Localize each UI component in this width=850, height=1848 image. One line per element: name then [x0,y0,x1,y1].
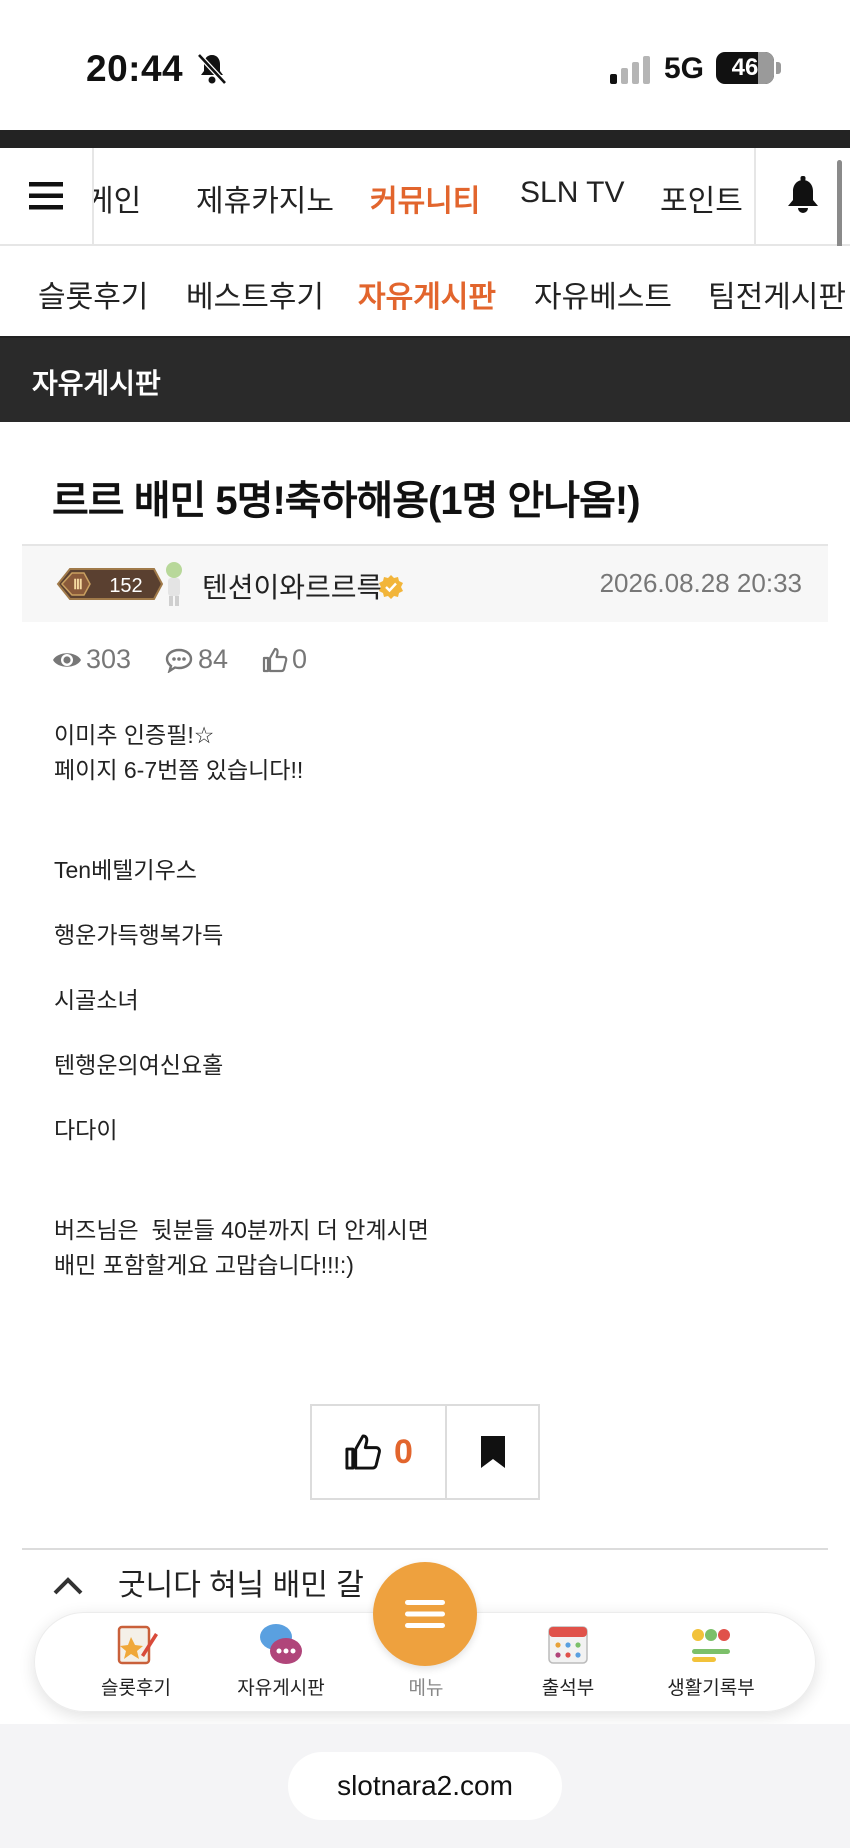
prev-post-title: 굿니다 혀닠 배민 갈 [118,1569,364,1602]
level-number: 152 [109,575,142,597]
emoji-record-icon [692,1629,730,1662]
avatar [166,562,182,606]
board-title: 자유게시판 [32,368,161,399]
bell-icon [788,176,818,213]
post-body: 이미추 인증필!☆ 페이지 6-7번쯤 있습니다!! Ten베텔기우스 행운가득… [54,718,814,1283]
like-count-value: 0 [292,644,308,674]
sub-nav-item-best-review[interactable]: 베스트후기 [186,272,324,316]
body-line: 이미추 인증필!☆ [54,722,215,748]
svg-text:Ⅲ: Ⅲ [73,576,83,592]
thumbs-up-outline-icon [262,647,288,672]
body-line: 다다이 [54,1117,118,1143]
author-name[interactable]: 텐션이와르르륵 [202,566,382,606]
main-nav-item-point[interactable]: 포인트 [660,176,743,220]
bottom-menu-label: 생활기록부 [667,1678,755,1699]
chevron-up-icon [53,1577,83,1595]
hamburger-icon [405,1600,445,1628]
bottom-menu-menu[interactable]: 메뉴 [361,1669,491,1707]
view-count-value: 303 [86,644,132,674]
status-time: 20:44 [86,48,184,89]
bottom-menu-label: 출석부 [541,1678,595,1699]
view-count: 303 [52,644,131,675]
status-bar: 20:44 5G 46 [0,0,850,130]
main-nav-scroll[interactable]: 게인 제휴카지노 커뮤니티 SLN TV 포인트 [94,148,754,244]
bookmark-icon [480,1436,505,1468]
main-nav-item-community[interactable]: 커뮤니티 [370,176,480,220]
post-date: 2026.08.28 20:33 [599,568,802,598]
like-button-count: 0 [394,1432,413,1471]
eye-icon [53,652,81,667]
network-label: 5G [664,52,705,85]
review-note-icon [117,1625,158,1665]
signal-icon [610,56,650,84]
top-strip [0,130,850,148]
comment-count-value: 84 [198,644,229,674]
bottom-menu-free-board[interactable]: 자유게시판 [216,1619,346,1707]
body-line: 배민 포함할게요 고맙습니다!!!:) [54,1252,354,1278]
main-nav: 게인 제휴카지노 커뮤니티 SLN TV 포인트 [0,148,850,246]
body-line: Ten베텔기우스 [54,857,197,883]
battery-level: 46 [731,54,759,81]
bottom-menu-attendance[interactable]: 출석부 [503,1619,633,1707]
like-stat: 0 [262,644,307,675]
bottom-menu-life-record[interactable]: 생활기록부 [646,1619,776,1707]
post-author-row: Ⅲ 152 텐션이와르르륵 2026.08.28 20:33 [22,544,828,622]
url-bar[interactable]: slotnara2.com [288,1752,562,1820]
bookmark-button[interactable] [447,1406,538,1498]
main-nav-item-sln-tv[interactable]: SLN TV [520,176,625,210]
post-title: 르르 배민 5명!축하해용(1명 안나옴!) [52,479,641,523]
sub-nav-item-team-board[interactable]: 팀전게시판 [708,272,846,316]
divider [22,1548,828,1550]
sub-nav-item-free-best[interactable]: 자유베스트 [534,272,672,316]
bottom-menu-label: 메뉴 [408,1678,444,1699]
body-line: 페이지 6-7번쯤 있습니다!! [54,757,304,783]
main-nav-item-partner-casino[interactable]: 제휴카지노 [196,176,334,220]
hamburger-icon [29,182,63,210]
body-line: 텐행운의여신요홀 [54,1052,224,1078]
sub-nav-item-free-board[interactable]: 자유게시판 [358,272,496,316]
calendar-icon [548,1626,588,1664]
main-nav-item-game[interactable]: 게인 [94,176,141,220]
bottom-menu-label: 자유게시판 [237,1678,325,1699]
bottom-menu-slot-review[interactable]: 슬롯후기 [71,1619,201,1707]
comment-count: 84 [164,644,228,675]
hamburger-menu-button[interactable] [0,148,94,244]
body-line: 버즈님은 뒷분들 40분까지 더 안계시면 [54,1217,429,1243]
notification-button[interactable] [754,148,850,244]
bottom-menu-label: 슬롯후기 [101,1678,171,1699]
bell-muted-icon [197,53,227,85]
thumbs-up-icon [345,1434,381,1470]
post-actions: 0 [310,1404,540,1500]
comment-icon [165,648,193,673]
level-badge: Ⅲ 152 [56,568,164,600]
chat-bubbles-icon [260,1624,302,1664]
verified-badge-icon [379,575,403,599]
menu-fab-button[interactable] [373,1562,477,1666]
body-line: 행운가득행복가득 [54,922,224,948]
sub-nav: 슬롯후기 베스트후기 자유게시판 자유베스트 팀전게시판 [0,246,850,338]
like-button[interactable]: 0 [312,1406,447,1498]
sub-nav-item-slot-review[interactable]: 슬롯후기 [38,272,148,316]
battery-cap [776,62,781,74]
body-line: 시골소녀 [54,987,139,1013]
battery-icon: 46 [716,52,774,84]
board-title-bar: 자유게시판 [0,338,850,422]
